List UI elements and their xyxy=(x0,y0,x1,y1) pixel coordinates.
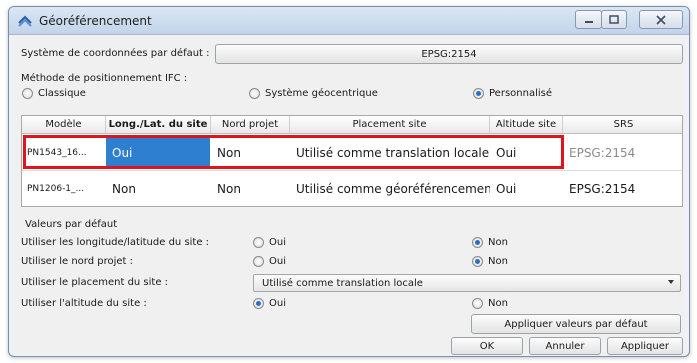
radio-longlat-non-label: Non xyxy=(488,237,508,248)
placement-select[interactable]: Utilisé comme translation locale xyxy=(253,274,681,292)
georeferencing-dialog: Géoréférencement Système de coordonnées … xyxy=(8,6,690,357)
coord-system-label: Système de coordonnées par défaut : xyxy=(21,48,210,59)
radio-altitude-oui-label: Oui xyxy=(269,298,286,309)
ok-button[interactable]: OK xyxy=(451,337,523,355)
title-bar: Géoréférencement xyxy=(9,7,689,35)
column-header-altitude[interactable]: Altitude site xyxy=(490,116,563,134)
column-header-srs[interactable]: SRS xyxy=(563,116,682,134)
close-icon xyxy=(656,14,666,25)
maximize-icon xyxy=(609,15,619,24)
column-header-model[interactable]: Modèle xyxy=(22,116,106,134)
radio-geocentric[interactable] xyxy=(249,88,260,99)
radio-longlat-oui[interactable] xyxy=(253,237,264,248)
radio-personnalise-label: Personnalisé xyxy=(489,88,552,99)
column-header-longlat[interactable]: Long./Lat. du site xyxy=(106,116,211,134)
minimize-icon xyxy=(584,20,593,23)
row-divider xyxy=(22,170,682,171)
radio-north-oui-label: Oui xyxy=(269,256,286,267)
radio-personnalise[interactable] xyxy=(473,88,484,99)
radio-longlat-non[interactable] xyxy=(472,237,483,248)
cell-altitude[interactable]: Oui xyxy=(490,172,563,205)
apply-defaults-button[interactable]: Appliquer valeurs par défaut xyxy=(471,314,681,334)
radio-geocentric-label: Système géocentrique xyxy=(265,88,378,99)
radio-classique-label: Classique xyxy=(38,88,86,99)
highlight-frame xyxy=(23,135,564,169)
method-label: Méthode de positionnement IFC : xyxy=(21,73,188,84)
cell-srs[interactable]: EPSG:2154 xyxy=(563,136,682,169)
radio-altitude-oui[interactable] xyxy=(253,298,264,309)
radio-classique[interactable] xyxy=(22,88,33,99)
radio-altitude-non[interactable] xyxy=(472,298,483,309)
models-table: Modèle Long./Lat. du site Nord projet Pl… xyxy=(21,115,683,207)
minimize-button[interactable] xyxy=(575,10,602,29)
radio-north-non[interactable] xyxy=(472,256,483,267)
radio-longlat-oui-label: Oui xyxy=(269,237,286,248)
radio-north-non-label: Non xyxy=(488,256,508,267)
close-button[interactable] xyxy=(639,10,683,29)
cell-model[interactable]: PN1206-1_... xyxy=(22,172,106,205)
cell-longlat[interactable]: Non xyxy=(106,172,211,205)
chevron-down-icon xyxy=(668,280,674,284)
altitude-label: Utiliser l'altitude du site : xyxy=(21,298,147,309)
defaults-title: Valeurs par défaut xyxy=(25,219,118,230)
globe-icon xyxy=(17,13,33,29)
maximize-button[interactable] xyxy=(601,10,627,29)
longlat-label: Utiliser les longitude/latitude du site … xyxy=(21,237,210,248)
cancel-button[interactable]: Annuler xyxy=(529,337,601,355)
column-header-placement[interactable]: Placement site xyxy=(290,116,490,134)
north-label: Utiliser le nord projet : xyxy=(21,256,134,267)
cell-srs[interactable]: EPSG:2154 xyxy=(563,172,682,205)
cell-north[interactable]: Non xyxy=(211,172,290,205)
placement-select-value: Utilisé comme translation locale xyxy=(262,277,423,289)
dialog-content: Système de coordonnées par défaut : EPSG… xyxy=(15,37,685,355)
window-title: Géoréférencement xyxy=(39,14,152,28)
radio-altitude-non-label: Non xyxy=(488,298,508,309)
cell-placement[interactable]: Utilisé comme géoréférencement xyxy=(290,172,490,205)
column-header-north[interactable]: Nord projet xyxy=(211,116,290,134)
radio-north-oui[interactable] xyxy=(253,256,264,267)
apply-button[interactable]: Appliquer xyxy=(607,337,683,355)
coord-system-button[interactable]: EPSG:2154 xyxy=(215,44,683,64)
placement-label: Utiliser le placement du site : xyxy=(21,277,169,288)
